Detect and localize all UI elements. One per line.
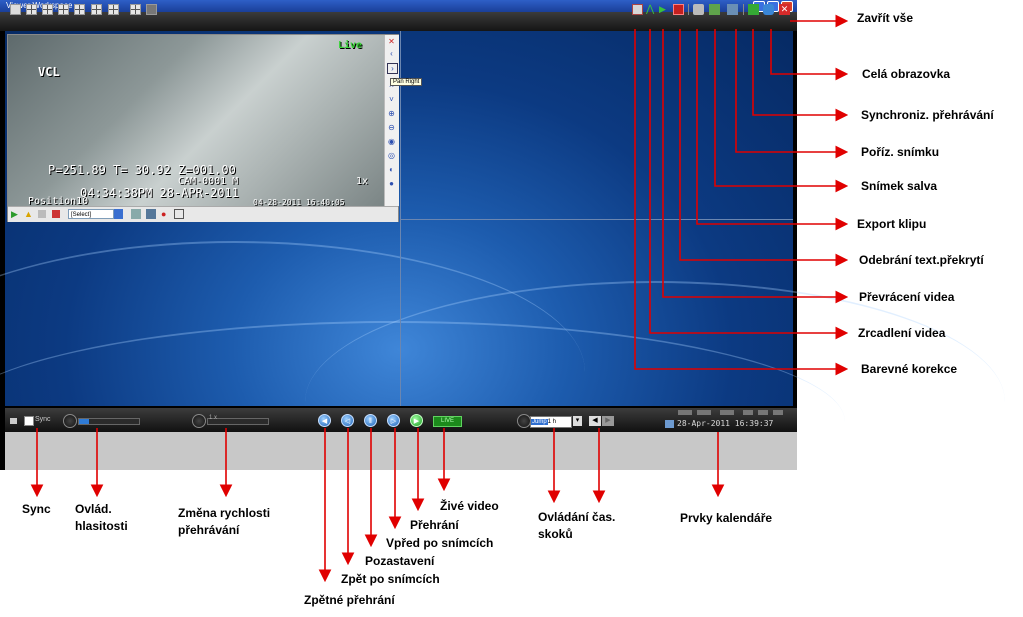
arrow-fullscreen	[770, 29, 849, 81]
label-calendar: Prvky kalendáře	[680, 511, 773, 525]
label-sync: Sync	[22, 502, 51, 516]
arrow-remove-overlay	[679, 29, 849, 267]
label-close-all: Zavřít vše	[857, 11, 914, 25]
label-burst: Snímek salva	[861, 179, 938, 193]
arrow-burst	[714, 29, 849, 193]
label-speed-line2: přehrávání	[178, 523, 240, 537]
label-pause: Pozastavení	[365, 554, 435, 568]
label-export-clip: Export klipu	[857, 217, 927, 231]
arrow-color-correction	[634, 29, 849, 376]
label-remove-overlay: Odebrání text.překrytí	[859, 253, 984, 267]
label-color-correction: Barevné korekce	[861, 362, 958, 376]
label-jump-line1: Ovládání čas.	[538, 510, 616, 524]
label-speed-line1: Změna rychlosti	[178, 506, 271, 520]
label-live-video: Živé video	[440, 499, 499, 513]
label-fullscreen: Celá obrazovka	[862, 67, 951, 81]
label-play: Přehrání	[410, 518, 459, 532]
label-step-forward: Vpřed po snímcích	[386, 536, 494, 550]
label-mirror-video: Zrcadlení videa	[858, 326, 946, 340]
label-sync-playback: Synchroniz. přehrávání	[861, 108, 994, 122]
label-step-back: Zpět po snímcích	[341, 572, 440, 586]
label-volume-line2: hlasitosti	[75, 519, 128, 533]
label-jump-line2: skoků	[538, 527, 573, 541]
label-volume-line1: Ovlád.	[75, 502, 112, 516]
annotation-arrows	[30, 14, 849, 583]
arrow-flip-video	[662, 29, 849, 304]
arrow-sync-playback	[752, 29, 849, 122]
label-snapshot: Poříz. snímku	[861, 145, 940, 159]
label-reverse: Zpětné přehrání	[304, 593, 395, 607]
label-flip-video: Převrácení videa	[859, 290, 955, 304]
